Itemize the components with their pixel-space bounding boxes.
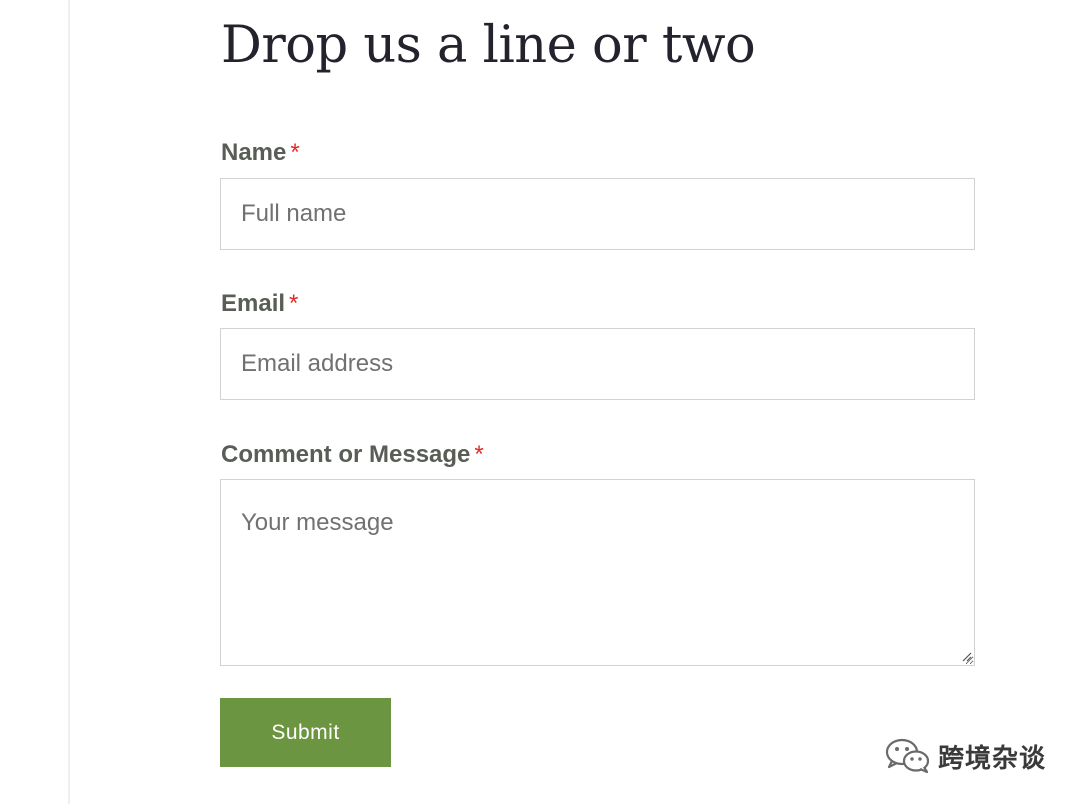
email-label: Email * <box>221 289 298 319</box>
name-label-text: Name <box>221 139 287 166</box>
left-border-line <box>68 0 70 804</box>
name-input[interactable] <box>220 178 975 250</box>
watermark-text: 跨境杂谈 <box>938 743 1047 774</box>
resize-handle-icon[interactable] <box>960 650 972 662</box>
message-label: Comment or Message * <box>221 440 484 470</box>
watermark: 跨境杂谈 <box>884 734 1046 778</box>
email-required-marker: * <box>289 290 299 317</box>
message-textarea[interactable] <box>220 479 975 666</box>
name-label: Name * <box>221 138 300 168</box>
message-label-text: Comment or Message <box>221 441 471 468</box>
name-required-marker: * <box>290 139 300 166</box>
wechat-icon <box>885 738 930 774</box>
email-label-text: Email <box>221 290 286 317</box>
submit-button[interactable]: Submit <box>220 698 391 767</box>
message-required-marker: * <box>474 441 484 468</box>
email-input[interactable] <box>220 328 975 400</box>
page-title: Drop us a line or two <box>221 16 756 75</box>
